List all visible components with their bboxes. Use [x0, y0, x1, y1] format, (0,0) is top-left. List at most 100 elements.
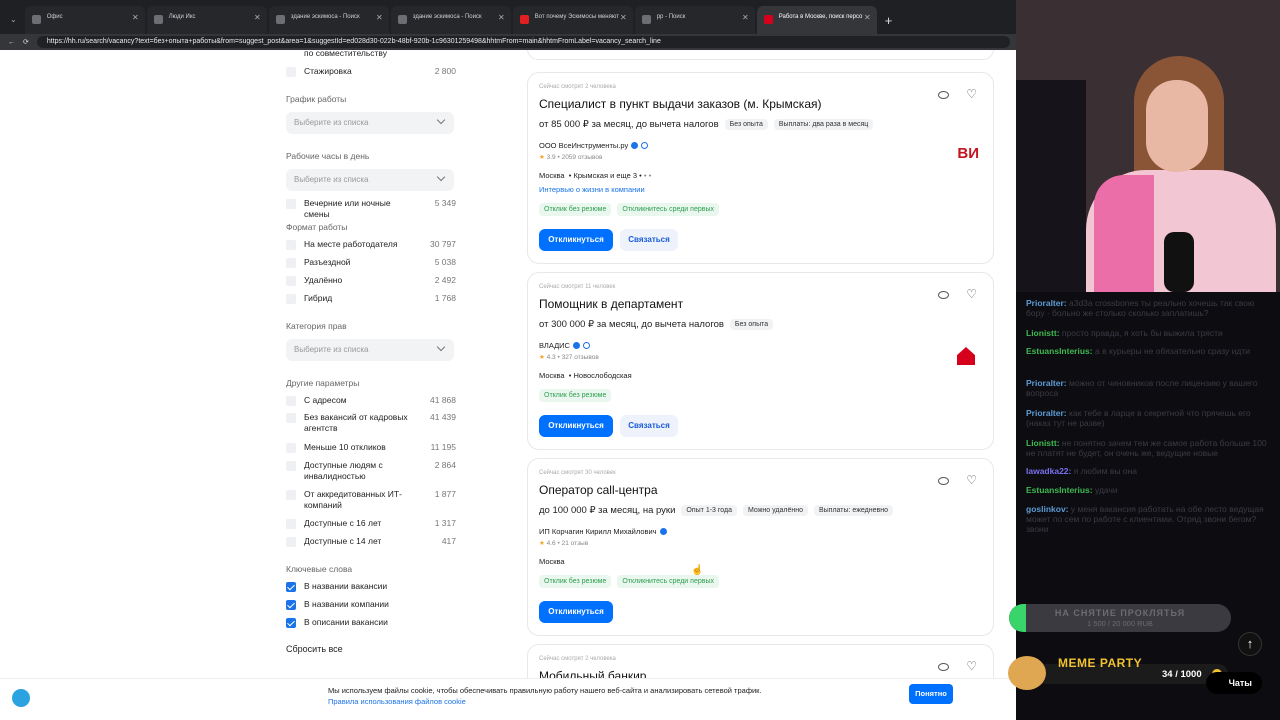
reload-icon[interactable]: ⟳ — [23, 38, 29, 46]
chats-button[interactable]: Чаты — [1206, 672, 1262, 694]
filter-format-option[interactable]: Удалённо 2 492 — [286, 275, 456, 289]
reset-filters-link[interactable]: Сбросить все — [286, 644, 343, 654]
checkbox[interactable] — [286, 240, 296, 250]
checkbox[interactable] — [286, 490, 296, 500]
metro: Новослободская — [573, 371, 632, 380]
cookie-policy-link[interactable]: Правила использования файлов cookie — [328, 697, 466, 706]
filter-internship[interactable]: Стажировка 2 800 — [286, 66, 456, 80]
close-tab-icon[interactable]: ✕ — [864, 13, 871, 22]
filter-format-option[interactable]: Гибрид 1 768 — [286, 293, 456, 307]
hide-vacancy-icon[interactable] — [938, 91, 949, 99]
favorite-heart-icon[interactable]: ♡ — [966, 88, 977, 100]
close-tab-icon[interactable]: ✕ — [132, 13, 139, 22]
filter-other-option[interactable]: Доступные с 14 лет 417 — [286, 536, 456, 550]
browser-tab[interactable]: Офис ✕ — [24, 6, 145, 34]
company-row[interactable]: ИП Корчагин Кирилл Михайлович — [539, 527, 667, 536]
hours-select[interactable]: Выберите из списка — [286, 169, 454, 191]
vacancy-title[interactable]: Оператор call-центра — [539, 483, 658, 497]
filter-count: 41 868 — [430, 395, 456, 405]
license-select[interactable]: Выберите из списка — [286, 339, 454, 361]
checkbox[interactable] — [286, 537, 296, 547]
checkbox-checked[interactable] — [286, 582, 296, 592]
vacancy-title[interactable]: Специалист в пункт выдачи заказов (м. Кр… — [539, 97, 822, 111]
rating-row[interactable]: ★ 4.3 • 327 отзывов — [539, 353, 599, 361]
vacancy-card[interactable]: Сейчас смотрят 11 человек Помощник в деп… — [527, 272, 994, 450]
url-field[interactable]: https://hh.ru/search/vacancy?text=без+оп… — [36, 36, 1010, 48]
close-tab-icon[interactable]: ✕ — [376, 13, 383, 22]
contact-button[interactable]: Связаться — [620, 415, 678, 437]
checkbox[interactable] — [286, 413, 296, 423]
browser-tab[interactable]: здание эскимоса - Поиск ✕ — [390, 6, 511, 34]
hide-vacancy-icon[interactable] — [938, 291, 949, 299]
checkbox[interactable] — [286, 443, 296, 453]
company-name[interactable]: ВЛАДИС — [539, 341, 570, 350]
filter-keyword-option[interactable]: В описании вакансии — [286, 617, 456, 631]
close-tab-icon[interactable]: ✕ — [620, 13, 627, 22]
payout-pill: Выплаты: ежедневно — [813, 505, 893, 516]
filter-evening[interactable]: Вечерние или ночные смены 5 349 — [286, 198, 456, 219]
browser-tab[interactable]: рр - Поиск ✕ — [634, 6, 755, 34]
new-tab-plus-icon[interactable]: + — [879, 13, 899, 34]
checkbox[interactable] — [286, 258, 296, 268]
salary: до 100 000 ₽ за месяц, на руки — [539, 505, 676, 516]
scroll-to-top-icon[interactable]: ↑ — [1238, 632, 1262, 656]
checkbox[interactable] — [286, 67, 296, 77]
browser-tab[interactable]: Люди Икс ✕ — [146, 6, 267, 34]
trusted-icon — [641, 142, 649, 149]
checkbox[interactable] — [286, 199, 296, 209]
filter-other-option[interactable]: Меньше 10 откликов 11 195 — [286, 442, 456, 456]
checkbox[interactable] — [286, 294, 296, 304]
filter-format-option[interactable]: Разъездной 5 038 — [286, 257, 456, 271]
schedule-select[interactable]: Выберите из списка — [286, 112, 454, 134]
checkbox[interactable] — [286, 396, 296, 406]
filter-other-option[interactable]: С адресом 41 868 — [286, 395, 456, 409]
apply-button[interactable]: Откликнуться — [539, 601, 613, 623]
apply-button[interactable]: Откликнуться — [539, 415, 613, 437]
vacancy-card[interactable]: Сейчас смотрят 2 человека Специалист в п… — [527, 72, 994, 264]
filter-other-option[interactable]: Без вакансий от кадровых агентств 41 439 — [286, 412, 456, 436]
verified-icon — [659, 528, 667, 535]
contact-button[interactable]: Связаться — [620, 229, 678, 251]
favorite-heart-icon[interactable]: ♡ — [966, 474, 977, 486]
browser-tab[interactable]: Вот почему Эскимосы меняют ✕ — [512, 6, 633, 34]
company-name[interactable]: ООО ВсеИнструменты.ру — [539, 141, 628, 150]
browser-tab-active[interactable]: Работа в Москве, поиск персо ✕ — [756, 6, 877, 34]
checkbox-checked[interactable] — [286, 600, 296, 610]
star-icon: ★ — [539, 354, 545, 361]
rating-row[interactable]: ★ 3.9 • 2059 отзывов — [539, 153, 602, 161]
tab-list-chevron-icon[interactable]: ⌄ — [4, 15, 23, 34]
rating-value: 4.6 — [546, 540, 556, 547]
vacancy-title[interactable]: Помощник в департамент — [539, 297, 683, 311]
filter-keyword-option[interactable]: В названии компании — [286, 599, 456, 613]
close-tab-icon[interactable]: ✕ — [254, 13, 261, 22]
filter-other-option[interactable]: Доступные с 16 лет 1 317 — [286, 518, 456, 532]
apply-button[interactable]: Откликнуться — [539, 229, 613, 251]
filter-option-label: Меньше 10 откликов — [304, 442, 386, 452]
favorite-heart-icon[interactable]: ♡ — [966, 660, 977, 672]
close-tab-icon[interactable]: ✕ — [742, 13, 749, 22]
favorite-heart-icon[interactable]: ♡ — [966, 288, 977, 300]
close-tab-icon[interactable]: ✕ — [498, 13, 505, 22]
vacancy-card[interactable]: Сейчас смотрят 30 человек Оператор call-… — [527, 458, 994, 636]
back-arrow-icon[interactable]: ← — [8, 39, 15, 46]
checkbox[interactable] — [286, 461, 296, 471]
filter-other-option[interactable]: От аккредитованных ИТ-компаний 1 877 — [286, 489, 456, 513]
telegram-icon[interactable] — [12, 689, 30, 707]
rating-row[interactable]: ★ 4.6 • 21 отзыв — [539, 539, 588, 547]
chat-message: goslinkov: у меня вакансия работать на о… — [1026, 504, 1271, 534]
checkbox-checked[interactable] — [286, 618, 296, 628]
company-name[interactable]: ИП Корчагин Кирилл Михайлович — [539, 527, 657, 536]
browser-tab[interactable]: здание эскимоса - Поиск ✕ — [268, 6, 389, 34]
company-interview-link[interactable]: Интервью о жизни в компании — [539, 185, 645, 194]
filter-keyword-option[interactable]: В названии вакансии — [286, 581, 456, 595]
checkbox[interactable] — [286, 276, 296, 286]
filter-other-option[interactable]: Доступные людям с инвалидностью 2 864 — [286, 460, 456, 484]
checkbox[interactable] — [286, 519, 296, 529]
hide-vacancy-icon[interactable] — [938, 663, 949, 671]
company-row[interactable]: ООО ВсеИнструменты.ру — [539, 141, 649, 150]
company-row[interactable]: ВЛАДИС — [539, 341, 590, 350]
hide-vacancy-icon[interactable] — [938, 477, 949, 485]
cookie-accept-button[interactable]: Понятно — [909, 684, 953, 704]
filter-format-option[interactable]: На месте работодателя 30 797 — [286, 239, 456, 253]
chat-username: Prioralter: — [1026, 298, 1067, 308]
